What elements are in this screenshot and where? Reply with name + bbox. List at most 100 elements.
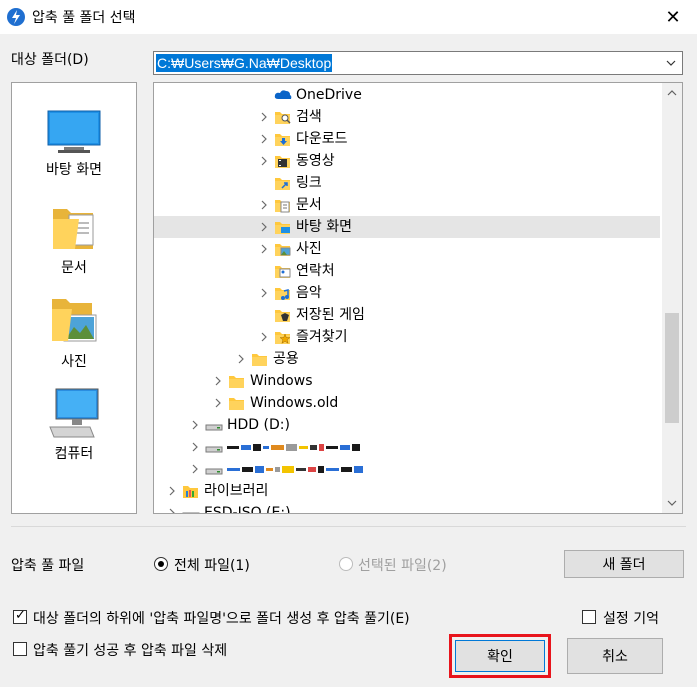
ok-button[interactable]: 확인 — [455, 640, 545, 672]
chevron-right-icon[interactable] — [235, 348, 247, 370]
redacted-label — [227, 458, 365, 480]
tree-item-label: 링크 — [296, 175, 322, 191]
chevron-right-icon[interactable] — [258, 194, 270, 216]
radio-all-files[interactable] — [154, 557, 168, 571]
place-label: 컴퓨터 — [54, 446, 94, 462]
saved-games-icon — [274, 307, 292, 323]
target-folder-combobox[interactable]: C:₩Users₩G.Na₩Desktop — [153, 51, 683, 75]
tree-item[interactable] — [154, 436, 660, 458]
tree-item[interactable] — [154, 458, 660, 480]
cancel-button[interactable]: 취소 — [567, 638, 663, 674]
tree-item[interactable]: 즐겨찾기 — [154, 326, 660, 348]
chevron-right-icon[interactable] — [189, 458, 201, 480]
close-icon[interactable]: ✕ — [650, 0, 696, 34]
target-folder-label: 대상 폴더(D) — [11, 52, 89, 68]
tree-item[interactable]: 동영상 — [154, 150, 660, 172]
documents-icon — [274, 197, 292, 213]
drive-icon — [205, 461, 223, 477]
tree-item[interactable]: Windows.old — [154, 392, 660, 414]
place-desktop[interactable]: 바탕 화면 — [12, 109, 136, 179]
places-panel: 바탕 화면 문서 사진 컴퓨터 — [11, 82, 137, 514]
chevron-right-icon[interactable] — [189, 414, 201, 436]
tree-item[interactable]: 저장된 게임 — [154, 304, 660, 326]
radio-selected-files-label[interactable]: 선택된 파일(2) — [358, 555, 447, 575]
tree-item-label: 저장된 게임 — [296, 307, 365, 323]
tree-item-label: 연락처 — [296, 263, 335, 279]
target-folder-path[interactable]: C:₩Users₩G.Na₩Desktop — [156, 54, 333, 72]
tree-item[interactable]: 음악 — [154, 282, 660, 304]
tree-item-label: OneDrive — [296, 87, 362, 103]
tree-item[interactable]: 라이브러리 — [154, 480, 660, 502]
pictures-folder-icon — [274, 241, 292, 257]
extract-files-label: 압축 풀 파일 — [11, 558, 85, 574]
drive-icon — [182, 505, 200, 513]
chevron-right-icon[interactable] — [189, 436, 201, 458]
divider — [11, 526, 686, 527]
tree-item[interactable]: 링크 — [154, 172, 660, 194]
tree-item-label: ESD-ISO (E:) — [204, 505, 291, 514]
search-folder-icon — [274, 109, 292, 125]
tree-item-label: 바탕 화면 — [296, 219, 352, 235]
tree-item[interactable]: OneDrive — [154, 84, 660, 106]
links-icon — [274, 175, 292, 191]
chevron-down-icon[interactable] — [664, 55, 678, 71]
new-folder-button[interactable]: 새 폴더 — [564, 550, 684, 578]
tree-item[interactable]: 문서 — [154, 194, 660, 216]
scroll-up-icon[interactable] — [662, 83, 682, 103]
delete-archive-label[interactable]: 압축 풀기 성공 후 압축 파일 삭제 — [33, 640, 227, 660]
onedrive-icon — [274, 87, 292, 103]
chevron-right-icon[interactable] — [258, 282, 270, 304]
title-bar: 압축 풀 폴더 선택 ✕ — [0, 0, 697, 34]
place-computer[interactable]: 컴퓨터 — [12, 387, 136, 463]
chevron-right-icon[interactable] — [258, 128, 270, 150]
redacted-label — [227, 436, 362, 458]
chevron-right-icon[interactable] — [258, 216, 270, 238]
place-pictures[interactable]: 사진 — [12, 293, 136, 371]
scroll-thumb[interactable] — [665, 313, 679, 423]
remember-settings-checkbox[interactable] — [582, 610, 596, 624]
tree-item[interactable]: 공용 — [154, 348, 660, 370]
radio-all-files-label[interactable]: 전체 파일(1) — [174, 555, 250, 575]
chevron-right-icon[interactable] — [258, 150, 270, 172]
tree-item-label: 동영상 — [296, 153, 335, 169]
folder-icon — [228, 395, 246, 411]
tree-item[interactable]: HDD (D:) — [154, 414, 660, 436]
tree-item-label: 음악 — [296, 285, 322, 301]
scroll-down-icon[interactable] — [662, 493, 682, 513]
tree-scrollbar[interactable] — [662, 83, 682, 513]
create-folder-label[interactable]: 대상 폴더의 하위에 '압축 파일명'으로 폴더 생성 후 압축 풀기(E) — [33, 608, 410, 628]
computer-icon — [49, 388, 99, 438]
tree-item[interactable]: 바탕 화면 — [154, 216, 660, 238]
tree-item[interactable]: 다운로드 — [154, 128, 660, 150]
tree-item[interactable]: Windows — [154, 370, 660, 392]
folder-tree[interactable]: OneDrive 검색다운로드동영상링크문서바탕 화면사진연락처음악저장된 게임즐… — [153, 82, 683, 514]
delete-archive-checkbox[interactable] — [13, 642, 27, 656]
contacts-icon — [274, 263, 292, 279]
tree-item-label: Windows.old — [250, 395, 339, 411]
tree-item-label: 다운로드 — [296, 131, 348, 147]
tree-item[interactable]: 연락처 — [154, 260, 660, 282]
music-icon — [274, 285, 292, 301]
chevron-right-icon[interactable] — [212, 392, 224, 414]
remember-settings-label[interactable]: 설정 기억 — [603, 608, 659, 628]
chevron-right-icon[interactable] — [166, 480, 178, 502]
place-documents[interactable]: 문서 — [12, 201, 136, 277]
chevron-right-icon[interactable] — [258, 326, 270, 348]
tree-item[interactable]: 검색 — [154, 106, 660, 128]
chevron-right-icon[interactable] — [212, 370, 224, 392]
tree-item[interactable]: 사진 — [154, 238, 660, 260]
folder-icon — [251, 351, 269, 367]
place-label: 바탕 화면 — [46, 162, 102, 178]
tree-item-label: 문서 — [296, 197, 322, 213]
chevron-right-icon[interactable] — [258, 238, 270, 260]
chevron-right-icon[interactable] — [258, 106, 270, 128]
desktop-folder-icon — [274, 219, 292, 235]
create-folder-checkbox[interactable] — [13, 608, 27, 624]
tree-item-label: 검색 — [296, 109, 322, 125]
chevron-right-icon[interactable] — [166, 502, 178, 513]
tree-item[interactable]: ESD-ISO (E:) — [154, 502, 660, 514]
favorites-icon — [274, 329, 292, 345]
radio-selected-files[interactable] — [339, 557, 353, 571]
downloads-icon — [274, 131, 292, 147]
tree-item-label: 사진 — [296, 241, 322, 257]
